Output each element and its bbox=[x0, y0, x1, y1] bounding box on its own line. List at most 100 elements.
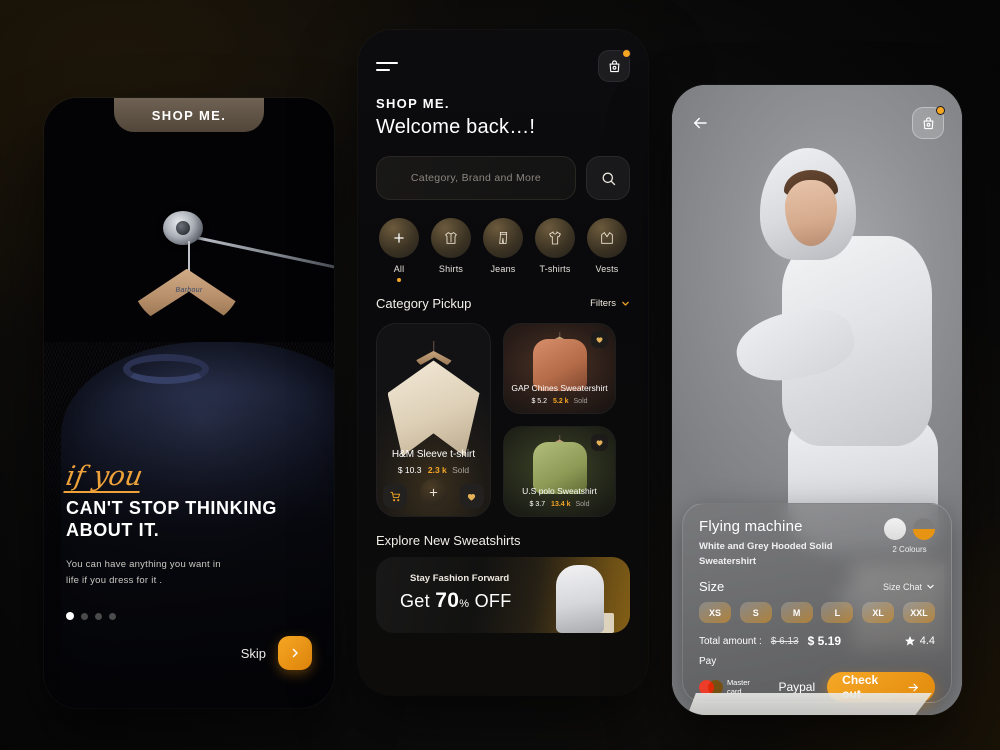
skip-label: Skip bbox=[240, 645, 266, 661]
filters-label: Filters bbox=[590, 298, 616, 309]
product-card-uspolo[interactable]: U.S polo Sweatshirt $ 3.7 13.4 k Sold bbox=[503, 426, 616, 517]
product-price: $ 3.7 bbox=[529, 501, 546, 508]
product-actions bbox=[377, 479, 490, 508]
jeans-icon bbox=[483, 218, 523, 258]
colour-swatch-group: 2 Colours bbox=[884, 518, 935, 554]
quick-add-button[interactable] bbox=[419, 479, 447, 506]
discounted-price: $ 5.19 bbox=[807, 634, 841, 649]
category-chip-tshirts[interactable]: T-shirts bbox=[532, 218, 578, 282]
chevron-right-icon bbox=[292, 648, 298, 658]
colours-count-label: 2 Colours bbox=[892, 545, 927, 554]
promo-discount-value: 70 bbox=[435, 589, 460, 612]
size-option-m[interactable]: M bbox=[780, 602, 813, 624]
size-chart-label: Size Chat bbox=[882, 581, 922, 592]
promo-banner[interactable]: Stay Fashion Forward Get 70% OFF bbox=[376, 557, 630, 633]
product-price-row: $ 10.3 2.3 k Sold bbox=[377, 465, 490, 475]
size-option-xs[interactable]: XS bbox=[699, 602, 731, 624]
cart-badge bbox=[622, 49, 631, 58]
product-topbar bbox=[672, 106, 962, 139]
hanger-hook-disc bbox=[162, 210, 203, 245]
search-input[interactable]: Category, Brand and More bbox=[376, 156, 576, 200]
product-title: U.S polo Sweatshirt bbox=[522, 486, 597, 496]
vest-icon bbox=[587, 218, 627, 258]
onboarding-headline-line2: ABOUT IT. bbox=[66, 520, 160, 541]
home-topbar bbox=[376, 30, 631, 82]
size-chart-button[interactable]: Size Chat bbox=[883, 582, 935, 592]
back-button[interactable] bbox=[690, 114, 710, 132]
sheet-base-shadow bbox=[686, 693, 932, 715]
add-to-cart-button[interactable] bbox=[383, 484, 408, 508]
onboarding-subcopy-line2: life if you dress for it . bbox=[66, 575, 163, 587]
shirt-icon bbox=[431, 218, 471, 258]
payment-method-paypal[interactable]: Paypal bbox=[778, 680, 815, 694]
onboarding-pagination[interactable] bbox=[66, 612, 116, 620]
plus-icon bbox=[429, 488, 438, 497]
chevron-down-icon bbox=[622, 301, 629, 306]
hamburger-menu-icon[interactable] bbox=[376, 61, 398, 71]
wishlist-button[interactable] bbox=[459, 484, 484, 508]
category-chip-shirts[interactable]: Shirts bbox=[428, 218, 474, 282]
cart-button[interactable] bbox=[598, 49, 631, 82]
hanger-rod bbox=[177, 232, 334, 273]
wishlist-button[interactable] bbox=[591, 434, 608, 451]
category-chip-jeans[interactable]: Jeans bbox=[480, 218, 526, 282]
star-icon bbox=[904, 636, 915, 646]
pay-section-label: Pay bbox=[699, 656, 717, 668]
filters-button[interactable]: Filters bbox=[590, 298, 630, 309]
cart-button[interactable] bbox=[912, 106, 945, 139]
phone-product-detail-screen: Flying machine White and Grey Hooded Sol… bbox=[672, 85, 962, 715]
category-chip-vests[interactable]: Vests bbox=[584, 218, 630, 282]
search-icon bbox=[602, 172, 615, 185]
total-amount-label: Total amount : bbox=[699, 635, 762, 647]
arrow-right-icon bbox=[908, 683, 918, 692]
category-label-jeans: Jeans bbox=[490, 264, 516, 274]
product-name: Flying machine bbox=[699, 518, 803, 535]
sweater-collar bbox=[122, 354, 209, 385]
product-title: H&M Sleeve t-shirt bbox=[391, 449, 476, 460]
promo-percent-sign: % bbox=[459, 598, 470, 610]
pagination-dot-2[interactable] bbox=[81, 612, 88, 620]
original-price: $ 6.13 bbox=[770, 635, 799, 647]
skip-button[interactable] bbox=[278, 636, 312, 670]
size-section-label: Size bbox=[699, 579, 725, 595]
product-card-featured[interactable]: H&M Sleeve t-shirt $ 10.3 2.3 k Sold bbox=[376, 323, 491, 517]
size-option-xl[interactable]: XL bbox=[862, 602, 895, 624]
wishlist-button[interactable] bbox=[591, 331, 608, 348]
product-price: $ 5.2 bbox=[531, 398, 548, 405]
product-sold-label: Sold bbox=[452, 465, 470, 475]
category-chip-all[interactable]: All bbox=[376, 218, 422, 282]
chevron-down-icon bbox=[927, 585, 934, 590]
product-description: White and Grey Hooded Solid Sweatershirt bbox=[699, 541, 833, 567]
product-price-row: $ 5.2 5.2 k Sold bbox=[504, 398, 615, 405]
total-amount-row: Total amount : $ 6.13 $ 5.19 4.4 bbox=[699, 634, 935, 648]
heart-icon bbox=[467, 493, 476, 501]
shopping-bag-icon bbox=[609, 59, 619, 72]
product-price-row: $ 3.7 13.4 k Sold bbox=[504, 501, 615, 508]
size-option-xxl[interactable]: XXL bbox=[902, 602, 935, 624]
onboarding-headline-line1: CAN'T STOP THINKING bbox=[66, 498, 278, 519]
search-row: Category, Brand and More bbox=[376, 156, 630, 200]
search-button[interactable] bbox=[586, 156, 630, 200]
pagination-dot-3[interactable] bbox=[95, 612, 102, 620]
pagination-dot-1[interactable] bbox=[66, 612, 74, 620]
cart-icon bbox=[390, 491, 400, 501]
size-option-s[interactable]: S bbox=[739, 602, 772, 624]
colour-swatch-white[interactable] bbox=[884, 518, 906, 540]
size-option-l[interactable]: L bbox=[821, 602, 854, 624]
promo-model-image bbox=[556, 565, 604, 633]
shopping-bag-icon bbox=[923, 116, 933, 129]
arrow-left-icon bbox=[694, 117, 707, 129]
product-price: $ 10.3 bbox=[397, 465, 422, 475]
pagination-dot-4[interactable] bbox=[109, 612, 116, 620]
phone-onboarding-screen: Barbour SHOP ME. if you CAN'T STOP THINK… bbox=[44, 98, 334, 708]
hanger-hook bbox=[432, 341, 435, 352]
wooden-hanger bbox=[130, 268, 243, 329]
product-card-gap[interactable]: GAP Chines Sweatershirt $ 5.2 5.2 k Sold bbox=[503, 323, 616, 414]
product-sold-label: Sold bbox=[575, 501, 590, 508]
skip-control[interactable]: Skip bbox=[241, 636, 312, 670]
explore-section-title: Explore New Sweatshirts bbox=[376, 533, 521, 548]
promo-headline: Get 70% OFF bbox=[400, 589, 512, 613]
tshirt-icon bbox=[535, 218, 575, 258]
colour-swatch-grey-orange[interactable] bbox=[913, 518, 935, 540]
category-pickup-header: Category Pickup Filters bbox=[376, 296, 630, 311]
